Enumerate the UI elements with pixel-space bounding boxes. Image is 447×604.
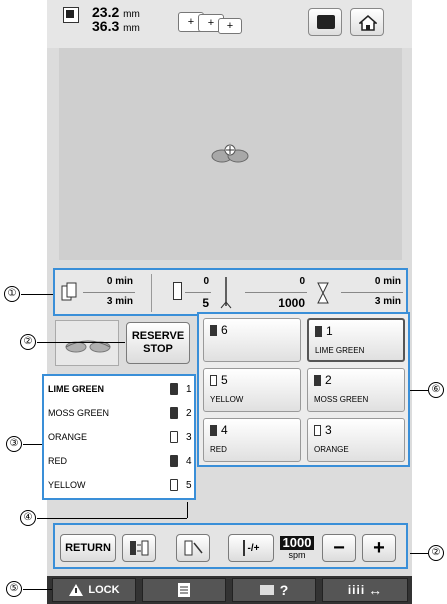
needle-cell[interactable]: 5 YELLOW bbox=[203, 368, 301, 412]
time-elapsed-2: 0 min bbox=[374, 276, 401, 287]
info-button[interactable] bbox=[142, 578, 226, 602]
callout-6: ⑥ bbox=[428, 382, 444, 398]
thread-swap-button[interactable] bbox=[122, 534, 156, 562]
machine-icon bbox=[317, 15, 335, 29]
hourglass-icon bbox=[317, 282, 329, 304]
needle-cell[interactable]: 1 LIME GREEN bbox=[307, 318, 405, 362]
needle-icon bbox=[220, 277, 232, 309]
needle-bars-icon: iiii bbox=[347, 583, 366, 597]
progress-strip: 0 min 3 min 0 5 0 1000 0 min 3 min bbox=[53, 268, 408, 316]
needle-small-icon bbox=[242, 540, 245, 556]
needle-cell[interactable]: 4 RED bbox=[203, 418, 301, 462]
return-button[interactable]: RETURN bbox=[60, 534, 116, 562]
wand-icon bbox=[184, 540, 203, 556]
list-item[interactable]: LIME GREEN 1 bbox=[48, 380, 192, 398]
needle-cell[interactable]: 6 bbox=[203, 318, 301, 362]
reserve-stop-button[interactable]: RESERVE STOP bbox=[126, 322, 190, 364]
spool-time-icon bbox=[61, 282, 77, 301]
pattern-thumbnail bbox=[55, 320, 119, 366]
color-total: 5 bbox=[202, 296, 209, 310]
callout-5: ⑤ bbox=[6, 581, 22, 597]
stitch-current: 0 bbox=[299, 276, 305, 287]
list-icon bbox=[178, 583, 190, 597]
callout-2b: ② bbox=[428, 545, 444, 561]
callout-3: ③ bbox=[6, 436, 22, 452]
lock-button[interactable]: LOCK bbox=[52, 578, 136, 602]
embroidery-pattern-icon bbox=[211, 144, 249, 163]
frame-large-icon: + bbox=[218, 18, 242, 34]
speed-minus-button[interactable]: − bbox=[322, 534, 356, 562]
thread-list[interactable]: LIME GREEN 1 MOSS GREEN 2 ORANGE 3 RED 4… bbox=[42, 374, 196, 500]
list-item[interactable]: YELLOW 5 bbox=[48, 476, 192, 494]
callout-1: ① bbox=[4, 286, 20, 302]
time-total-1: 3 min bbox=[106, 296, 133, 307]
callout-4: ④ bbox=[20, 510, 36, 526]
list-item[interactable]: ORANGE 3 bbox=[48, 428, 192, 446]
size-icon bbox=[63, 7, 79, 23]
machine-help-icon bbox=[259, 585, 274, 595]
list-item[interactable]: MOSS GREEN 2 bbox=[48, 404, 192, 422]
callout-2a: ② bbox=[20, 334, 36, 350]
color-spool-icon bbox=[173, 282, 182, 300]
speed-plus-button[interactable]: + bbox=[362, 534, 396, 562]
color-current: 0 bbox=[203, 276, 209, 287]
time-elapsed-1: 0 min bbox=[106, 276, 133, 287]
needle-adjust-button[interactable]: -/+ bbox=[228, 534, 274, 562]
thread-swap-icon bbox=[130, 540, 149, 556]
settings-button[interactable]: iiii ↔ bbox=[322, 578, 408, 602]
thread-wand-button[interactable] bbox=[176, 534, 210, 562]
list-item[interactable]: RED 4 bbox=[48, 452, 192, 470]
speed-readout: 1000 spm bbox=[280, 536, 314, 560]
embroidery-edit-button[interactable] bbox=[308, 8, 342, 36]
needle-cell[interactable]: 3 ORANGE bbox=[307, 418, 405, 462]
needle-cell[interactable]: 2 MOSS GREEN bbox=[307, 368, 405, 412]
width-readout: 36.3 mm bbox=[92, 18, 140, 34]
home-button[interactable] bbox=[350, 8, 384, 36]
warning-icon bbox=[69, 584, 84, 596]
home-icon bbox=[359, 15, 377, 31]
needle-bar-grid: 6 1 LIME GREEN 5 YELLOW 2 MOSS GREEN 4 R… bbox=[197, 312, 410, 467]
frame-icons: + + + bbox=[178, 8, 248, 36]
help-button[interactable]: ? bbox=[232, 578, 316, 602]
time-total-2: 3 min bbox=[374, 296, 401, 307]
stitch-total: 1000 bbox=[278, 296, 305, 310]
arrows-icon: ↔ bbox=[368, 582, 383, 598]
leaf-pattern-icon bbox=[65, 340, 111, 353]
